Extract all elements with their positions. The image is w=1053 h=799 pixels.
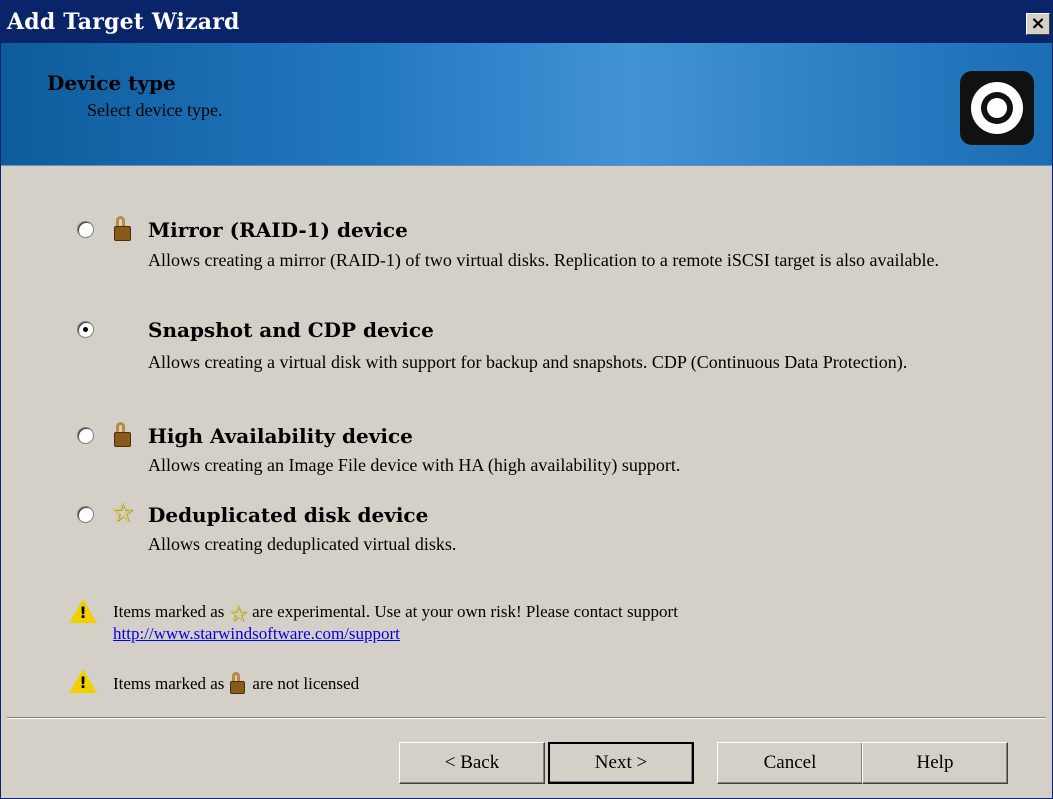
back-button[interactable]: < Back bbox=[399, 742, 545, 784]
add-target-wizard-window: Add Target Wizard × Device type Select d… bbox=[0, 0, 1053, 799]
option-title: Mirror (RAID-1) device bbox=[148, 218, 408, 242]
help-button[interactable]: Help bbox=[862, 742, 1008, 784]
close-button[interactable]: × bbox=[1026, 13, 1050, 35]
note-text: Items marked as are not licensed bbox=[113, 672, 360, 694]
radio-high-availability-device[interactable] bbox=[77, 427, 94, 444]
title-bar: Add Target Wizard × bbox=[1, 1, 1052, 43]
radio-mirror-device[interactable] bbox=[77, 221, 94, 238]
target-ring-icon bbox=[960, 71, 1034, 145]
close-icon: × bbox=[1030, 13, 1046, 34]
window-title: Add Target Wizard bbox=[7, 9, 240, 35]
option-title: Deduplicated disk device bbox=[148, 503, 429, 527]
next-button[interactable]: Next > bbox=[548, 742, 694, 784]
option-description: Allows creating deduplicated virtual dis… bbox=[148, 534, 457, 554]
star-icon: ☆ bbox=[111, 498, 135, 528]
option-title: High Availability device bbox=[148, 424, 413, 448]
footer-separator bbox=[7, 717, 1046, 719]
support-link[interactable]: http://www.starwindsoftware.com/support bbox=[113, 624, 400, 644]
radio-snapshot-cdp-device[interactable] bbox=[77, 321, 94, 338]
page-subtitle: Select device type. bbox=[87, 100, 223, 120]
option-description: Allows creating a virtual disk with supp… bbox=[148, 352, 908, 372]
lock-icon bbox=[111, 421, 133, 447]
option-title: Snapshot and CDP device bbox=[148, 318, 434, 342]
cancel-button[interactable]: Cancel bbox=[717, 742, 863, 784]
wizard-header: Device type Select device type. bbox=[1, 43, 1052, 166]
lock-icon bbox=[111, 215, 133, 241]
device-type-content: Mirror (RAID-1) device Allows creating a… bbox=[1, 166, 1052, 698]
option-description: Allows creating an Image File device wit… bbox=[148, 455, 681, 475]
lock-icon bbox=[228, 672, 248, 694]
radio-deduplicated-disk-device[interactable] bbox=[77, 506, 94, 523]
page-title: Device type bbox=[47, 71, 176, 95]
option-description: Allows creating a mirror (RAID-1) of two… bbox=[148, 250, 939, 270]
